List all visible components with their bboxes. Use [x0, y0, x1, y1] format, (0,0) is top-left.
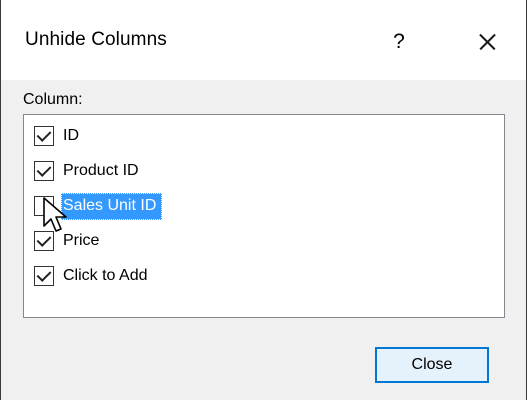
list-item-label: Product ID — [63, 161, 139, 179]
close-icon[interactable] — [465, 22, 509, 62]
list-item-label: Click to Add — [63, 266, 148, 284]
list-item-product-id[interactable]: Product ID — [34, 156, 145, 186]
list-item-label: Price — [63, 231, 100, 249]
checkbox-id[interactable] — [34, 126, 54, 146]
help-button[interactable]: ? — [379, 20, 419, 64]
list-item-price[interactable]: Price — [34, 226, 105, 256]
checkbox-sales-unit-id[interactable] — [34, 196, 54, 216]
unhide-columns-dialog: Unhide Columns ? Column: ID Product ID S… — [0, 0, 527, 400]
help-icon: ? — [393, 30, 405, 53]
list-item-id[interactable]: ID — [34, 121, 85, 151]
columns-listbox[interactable]: ID Product ID Sales Unit ID Price Click … — [23, 114, 505, 318]
column-label: Column: — [23, 91, 83, 108]
checkbox-price[interactable] — [34, 231, 54, 251]
title-bar: Unhide Columns ? — [1, 0, 526, 80]
list-item-sales-unit-id[interactable]: Sales Unit ID — [34, 191, 163, 221]
close-button-label: Close — [411, 356, 453, 373]
dialog-title: Unhide Columns — [25, 29, 167, 50]
list-item-label: ID — [63, 126, 79, 144]
list-item-label: Sales Unit ID — [61, 192, 163, 220]
checkbox-click-to-add[interactable] — [34, 266, 54, 286]
close-button[interactable]: Close — [375, 347, 489, 383]
checkbox-product-id[interactable] — [34, 161, 54, 181]
list-item-click-to-add[interactable]: Click to Add — [34, 261, 153, 291]
